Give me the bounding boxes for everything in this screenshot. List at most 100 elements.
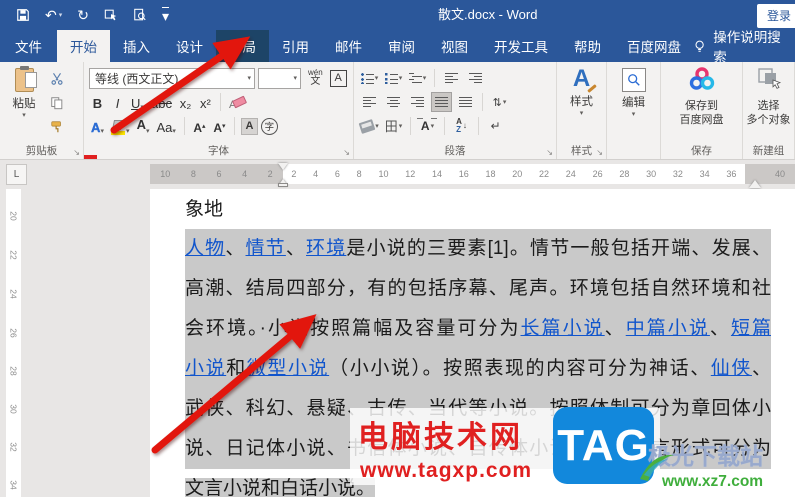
editing-button[interactable]: 编辑 ▾ xyxy=(609,68,658,118)
paste-button[interactable]: 粘贴 ▾ xyxy=(2,66,46,143)
bold-button[interactable]: B xyxy=(89,92,106,112)
horizontal-ruler[interactable]: 10 8 6 4 2 2 4 6 8 10 12 14 16 18 20 22 24 26 28 30 32 34 36 … xyxy=(150,164,795,184)
font-color-button[interactable]: A ▾ xyxy=(84,116,152,159)
hyperlink[interactable]: 短篇 xyxy=(731,318,771,339)
cut-button[interactable] xyxy=(46,69,68,89)
character-scale-icon: A xyxy=(417,116,437,133)
save-icon[interactable] xyxy=(16,8,30,22)
multilevel-list-button[interactable]: ▾ xyxy=(407,68,428,88)
font-size-select[interactable]: ▾ xyxy=(258,67,301,89)
format-painter-button[interactable] xyxy=(46,117,68,137)
decrease-indent-button[interactable] xyxy=(441,68,462,88)
numbering-button[interactable]: ▾ xyxy=(383,68,404,88)
hyperlink[interactable]: 环境 xyxy=(306,238,346,259)
tab-help[interactable]: 帮助 xyxy=(561,30,614,62)
change-case-button[interactable]: Aa ▾ xyxy=(155,116,178,136)
enclose-characters-button[interactable]: 字 xyxy=(260,117,278,135)
select-objects-group: 选择 多个对象 新建组 xyxy=(743,62,795,159)
baidu-netdisk-icon xyxy=(689,67,714,90)
character-shading-button[interactable]: A xyxy=(240,117,258,135)
line-spacing-button[interactable]: ⇅ ▾ xyxy=(489,92,510,112)
shrink-font-button[interactable]: A ▾ xyxy=(211,116,228,136)
tab-developer[interactable]: 开发工具 xyxy=(481,30,561,62)
undo-icon[interactable]: ↶ ▾ xyxy=(45,8,62,22)
underline-button[interactable]: U ▾ xyxy=(129,92,146,112)
align-left-button[interactable] xyxy=(359,92,380,112)
align-center-button[interactable] xyxy=(383,92,404,112)
hyperlink[interactable]: 情节 xyxy=(246,238,286,259)
character-border-button[interactable]: A xyxy=(329,69,347,87)
vertical-ruler[interactable]: 20 22 24 26 28 30 32 34 xyxy=(6,189,21,497)
customize-qat-icon[interactable]: ▾ xyxy=(161,7,170,23)
tab-mailings[interactable]: 邮件 xyxy=(322,30,375,62)
left-indent-marker[interactable] xyxy=(278,183,288,187)
select-multiple-objects-button[interactable]: 选择 多个对象 xyxy=(745,66,792,128)
styles-dialog-launcher[interactable]: ↘ xyxy=(596,148,603,157)
strikethrough-button[interactable]: abc xyxy=(149,92,174,112)
paragraph-dialog-launcher[interactable]: ↘ xyxy=(546,148,553,157)
text-line[interactable]: 人物、情节、环境是小说的三要素[1]。情节一般包括开端、发展、 xyxy=(185,229,771,269)
highlight-color-button[interactable]: ▾ xyxy=(109,116,132,136)
copy-button[interactable] xyxy=(46,93,68,113)
ruler-number: 8 xyxy=(190,169,196,179)
shading-button[interactable]: ▾ xyxy=(358,116,380,136)
text-line[interactable]: 象地 xyxy=(185,191,771,229)
styles-button[interactable]: A 样式 ▾ xyxy=(559,66,604,117)
hyperlink[interactable]: 中篇小说 xyxy=(626,318,710,339)
text-line[interactable]: 高潮、结局四部分，有的包括序幕、尾声。环境包括自然环境和社 xyxy=(185,269,771,309)
hyperlink[interactable]: 微型小说 xyxy=(247,358,329,379)
tab-baidu-netdisk[interactable]: 百度网盘 xyxy=(614,30,694,62)
text-effects-button[interactable]: A ▾ xyxy=(89,116,106,136)
ruler-number: 32 xyxy=(672,169,683,179)
hyperlink[interactable]: 仙侠 xyxy=(711,358,752,379)
document-page[interactable]: 象地 人物、情节、环境是小说的三要素[1]。情节一般包括开端、发展、 高潮、结局… xyxy=(150,189,795,497)
distribute-button[interactable] xyxy=(455,92,476,112)
tell-me-search[interactable]: 操作说明搜索 xyxy=(694,30,795,65)
asian-layout-button[interactable]: A ▾ xyxy=(417,116,438,136)
touch-mode-icon[interactable] xyxy=(104,8,118,22)
tab-design[interactable]: 设计 xyxy=(163,30,216,62)
borders-button[interactable]: 田 ▾ xyxy=(383,116,404,136)
tab-home[interactable]: 开始 xyxy=(57,30,110,62)
styles-group: A 样式 ▾ 样式 ↘ xyxy=(557,62,607,159)
align-right-button[interactable] xyxy=(407,92,428,112)
tab-view[interactable]: 视图 xyxy=(428,30,481,62)
text-line[interactable]: 小说和微型小说（小小说）。按照表现的内容可分为神话、仙侠、 xyxy=(185,349,771,389)
increase-indent-button[interactable] xyxy=(465,68,486,88)
hyperlink[interactable]: 小说 xyxy=(185,358,226,379)
ruler-number: 22 xyxy=(8,250,19,260)
hyperlink[interactable]: 长篇小说 xyxy=(521,318,605,339)
tab-references[interactable]: 引用 xyxy=(269,30,322,62)
tab-review[interactable]: 审阅 xyxy=(375,30,428,62)
clipboard-group: 粘贴 ▾ 剪贴板 ↘ xyxy=(0,62,84,159)
superscript-button[interactable]: x² xyxy=(197,92,214,112)
justify-button[interactable] xyxy=(431,92,452,112)
justify-icon xyxy=(435,96,448,108)
right-indent-marker[interactable] xyxy=(749,174,761,188)
bullets-button[interactable]: ▾ xyxy=(359,68,380,88)
ruler-number: 40 xyxy=(775,169,786,179)
font-name-select[interactable]: 等线 (西文正文) ▾ xyxy=(89,67,255,89)
tab-layout[interactable]: 布局 xyxy=(216,30,269,62)
show-marks-button[interactable]: ↵ xyxy=(485,116,506,136)
tab-insert[interactable]: 插入 xyxy=(110,30,163,62)
tab-file[interactable]: 文件 xyxy=(0,30,57,62)
clipboard-dialog-launcher[interactable]: ↘ xyxy=(73,148,80,157)
phonetic-guide-button[interactable]: wén 文 xyxy=(308,69,323,87)
align-center-icon xyxy=(387,96,400,108)
sort-button[interactable]: AZ ↓ xyxy=(451,116,472,136)
font-dialog-launcher[interactable]: ↘ xyxy=(343,148,350,157)
print-preview-icon[interactable] xyxy=(133,8,147,22)
redo-icon[interactable]: ↻ xyxy=(77,8,89,22)
chevron-down-icon: ▾ xyxy=(374,75,379,82)
tab-stop-selector[interactable]: L xyxy=(6,164,27,185)
subscript-button[interactable]: x₂ xyxy=(177,92,194,112)
grow-font-button[interactable]: A ▴ xyxy=(191,116,208,136)
italic-button[interactable]: I xyxy=(109,92,126,112)
align-left-icon xyxy=(363,96,376,108)
save-to-baidu-button[interactable]: 保存到 百度网盘 xyxy=(663,66,740,128)
clear-formatting-button[interactable]: A xyxy=(227,92,244,112)
text-line[interactable]: 会环境。·小说按照篇幅及容量可分为长篇小说、中篇小说、短篇 xyxy=(185,309,771,349)
hyperlink[interactable]: 人物 xyxy=(185,238,225,259)
login-button[interactable]: 登录 xyxy=(756,4,795,28)
